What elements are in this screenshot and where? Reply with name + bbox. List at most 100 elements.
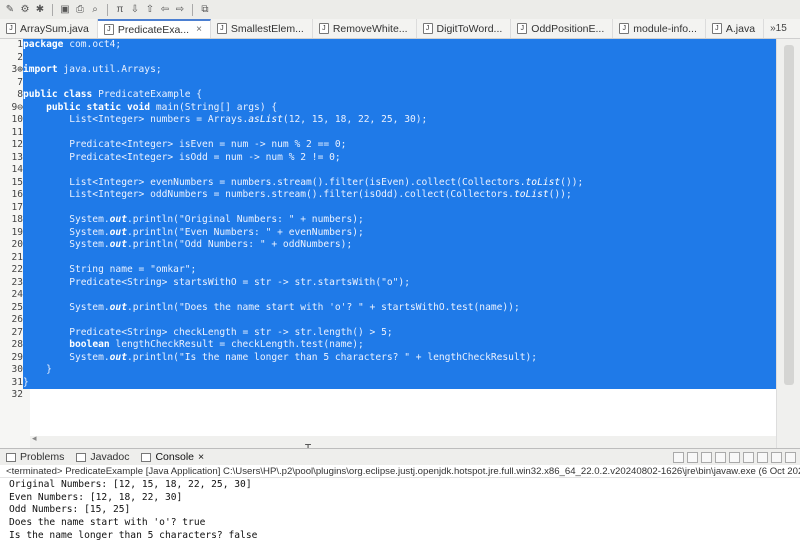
wrench-icon[interactable]: ✎ (4, 4, 16, 16)
pin-console-icon[interactable] (757, 451, 768, 463)
view-tab-console[interactable]: Console × (141, 451, 204, 463)
scrollbar-thumb[interactable] (784, 45, 794, 385)
forward-icon[interactable]: ⇨ (174, 4, 186, 16)
bottom-view-tabs: Problems Javadoc Console × (0, 449, 800, 465)
line-number: 1 (17, 39, 23, 50)
main-toolbar: ✎ ⚙ ✱ ▣ ⎙ ⌕ π ⇩ ⇧ ⇦ ⇨ ⧉ (0, 0, 800, 19)
tab-label: SmallestElem... (230, 22, 304, 35)
line-number: 29 (11, 351, 23, 363)
line-number: 28 (11, 339, 23, 350)
view-tab-problems[interactable]: Problems (6, 451, 64, 463)
code-line[interactable]: 21 (0, 251, 776, 264)
code-line[interactable]: 25 System.out.println("Does the name sta… (0, 301, 776, 314)
code-line[interactable]: 28 boolean lengthCheckResult = checkLeng… (0, 339, 776, 352)
javadoc-icon (76, 452, 87, 462)
line-number: 9⊖ (11, 101, 23, 113)
code-text (23, 76, 776, 89)
line-number: 30 (11, 364, 23, 375)
code-line[interactable]: 3⊕ import java.util.Arrays; (0, 64, 776, 77)
code-text: public static void main(String[] args) { (23, 101, 776, 114)
editor-tab[interactable]: J OddPositionE... (511, 19, 614, 38)
debug-icon[interactable]: ✱ (34, 4, 46, 16)
code-text (23, 289, 776, 302)
code-line[interactable]: 22 String name = "omkar"; (0, 264, 776, 277)
word-wrap-icon[interactable] (743, 451, 754, 463)
code-line[interactable]: 32 (0, 389, 776, 402)
code-text: boolean lengthCheckResult = checkLength.… (23, 339, 776, 352)
code-text: Predicate<Integer> isOdd = num -> num % … (23, 151, 776, 164)
code-text (23, 164, 776, 177)
code-line[interactable]: 2 (0, 51, 776, 64)
new-window-icon[interactable]: ⧉ (199, 4, 211, 16)
console-output-line: Does the name start with 'o'? true (9, 517, 206, 529)
tab-overflow-indicator[interactable]: »15 (764, 23, 793, 38)
line-number: 12 (11, 139, 23, 150)
code-editor[interactable]: 1 package com.oct4; 2 3⊕ import java.util.A… (0, 39, 800, 448)
code-text: package com.oct4; (23, 39, 776, 52)
code-line[interactable]: 26 (0, 314, 776, 327)
code-line[interactable]: 24 (0, 289, 776, 302)
code-line[interactable]: 27 Predicate<String> checkLength = str -… (0, 326, 776, 339)
open-console-icon[interactable] (785, 451, 796, 463)
code-text: Predicate<String> checkLength = str -> s… (23, 326, 776, 339)
editor-tab[interactable]: J DigitToWord... (417, 19, 512, 38)
close-console-icon[interactable]: × (198, 451, 204, 463)
code-line[interactable]: 1 package com.oct4; (0, 39, 776, 52)
code-line[interactable]: 29 System.out.println("Is the name longe… (0, 351, 776, 364)
console-output-line: Original Numbers: [12, 15, 18, 22, 25, 3… (9, 479, 252, 490)
code-line[interactable]: 17 (0, 201, 776, 214)
code-line[interactable]: 14 (0, 164, 776, 177)
code-line[interactable]: 23 Predicate<String> startsWithO = str -… (0, 276, 776, 289)
editor-horizontal-scrollbar[interactable] (30, 436, 776, 448)
java-file-icon: J (103, 24, 114, 35)
editor-tab[interactable]: J PredicateExa... × (97, 19, 211, 38)
editor-tab[interactable]: Jmodule-info... (613, 19, 706, 38)
code-line[interactable]: 9⊖ public static void main(String[] args… (0, 101, 776, 114)
code-line[interactable]: 8 public class PredicateExample { (0, 89, 776, 102)
search-icon[interactable]: ⌕ (89, 4, 101, 16)
code-text: System.out.println("Does the name start … (23, 301, 776, 314)
code-text: import java.util.Arrays; (23, 64, 776, 77)
console-output[interactable]: Original Numbers: [12, 15, 18, 22, 25, 3… (0, 478, 800, 543)
code-line[interactable]: 10 List<Integer> numbers = Arrays.asList… (0, 114, 776, 127)
remove-launch-icon[interactable] (687, 451, 698, 463)
terminate-icon[interactable] (673, 451, 684, 463)
scroll-left-icon[interactable]: ◂ (32, 433, 37, 444)
display-console-icon[interactable] (771, 451, 782, 463)
code-line[interactable]: 7 (0, 76, 776, 89)
line-number: 15 (11, 176, 23, 188)
next-annotation-icon[interactable]: ⇩ (129, 4, 141, 16)
line-number: 22 (11, 264, 23, 275)
scroll-lock-icon[interactable] (729, 451, 740, 463)
clear-console-icon[interactable] (715, 451, 726, 463)
save-icon[interactable]: ▣ (59, 4, 71, 16)
prev-annotation-icon[interactable]: ⇧ (144, 4, 156, 16)
editor-tab[interactable]: J RemoveWhite... (313, 19, 417, 38)
code-line[interactable]: 18 System.out.println("Original Numbers:… (0, 214, 776, 227)
code-line[interactable]: 15 List<Integer> evenNumbers = numbers.s… (0, 176, 776, 189)
line-number: 19 (11, 226, 23, 238)
view-tab-javadoc[interactable]: Javadoc (76, 451, 129, 463)
close-tab-icon[interactable]: × (196, 24, 202, 35)
remove-all-icon[interactable] (701, 451, 712, 463)
build-icon[interactable]: ⚙ (19, 4, 31, 16)
code-line[interactable]: 12 Predicate<Integer> isEven = num -> nu… (0, 139, 776, 152)
line-number: 21 (11, 251, 23, 263)
editor-vertical-scrollbar[interactable] (776, 39, 800, 448)
editor-tab[interactable]: J ArraySum.java (0, 19, 98, 38)
editor-tab[interactable]: J SmallestElem... (211, 19, 313, 38)
editor-tab[interactable]: J A.java (706, 19, 765, 38)
code-line[interactable]: 30 } (0, 364, 776, 377)
line-number: 2 (17, 51, 23, 63)
tab-label: DigitToWord... (436, 22, 503, 35)
code-line[interactable]: 20 System.out.println("Odd Numbers: " + … (0, 239, 776, 252)
code-line[interactable]: 19 System.out.println("Even Numbers: " +… (0, 226, 776, 239)
code-line[interactable]: 13 Predicate<Integer> isOdd = num -> num… (0, 151, 776, 164)
back-icon[interactable]: ⇦ (159, 4, 171, 16)
code-text: public class PredicateExample { (23, 89, 776, 102)
print-icon[interactable]: ⎙ (74, 4, 86, 16)
code-line[interactable]: 31} (0, 376, 776, 389)
code-line[interactable]: 16 List<Integer> oddNumbers = numbers.st… (0, 189, 776, 202)
pin-icon[interactable]: π (114, 4, 126, 16)
code-line[interactable]: 11 (0, 126, 776, 139)
